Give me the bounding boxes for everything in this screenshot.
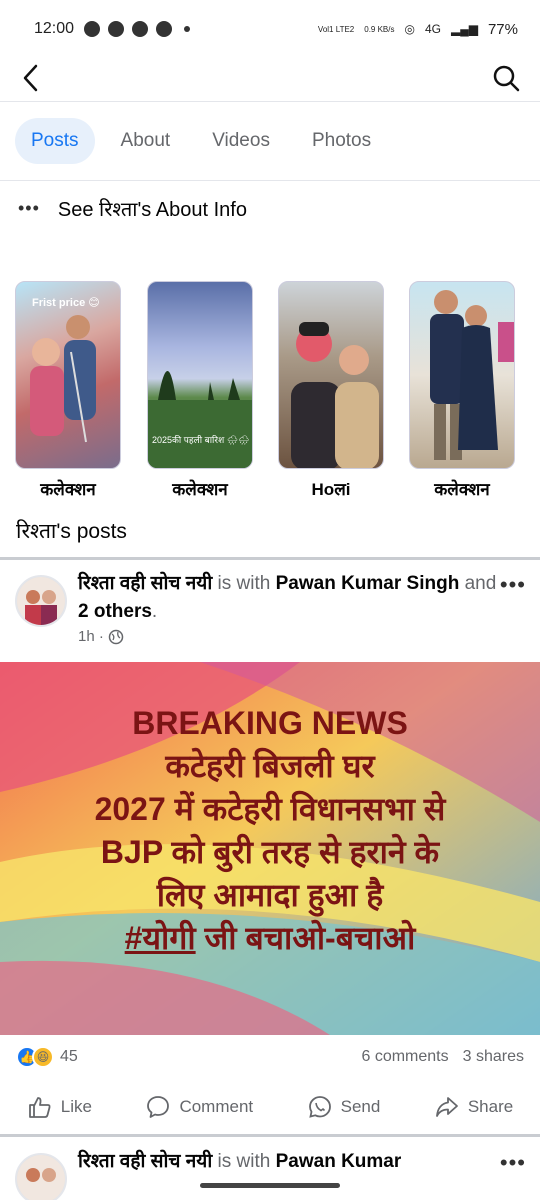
status-bar: 12:00 Vol1 LTE2 0.9 KB/s ◎ 4G ▂▄▆ 77%	[0, 0, 540, 58]
post-image-text: BREAKING NEWS कटेहरी बिजली घर 2027 में क…	[0, 702, 540, 960]
more-notifications-dot-icon	[184, 26, 191, 32]
post-header: रिश्ता वही सोच नयी is with Pawan Kumar S…	[0, 560, 540, 650]
post-actions: Like Comment Send Share	[0, 1085, 540, 1129]
thumbs-up-icon	[28, 1097, 51, 1118]
post-author-line: रिश्ता वही सोच नयी is with Pawan Kumar	[78, 1148, 498, 1176]
home-indicator[interactable]	[200, 1183, 340, 1188]
author-name[interactable]: रिश्ता वही सोच नयी	[78, 573, 212, 594]
post-meta: 1h ·	[78, 628, 124, 645]
divider	[0, 180, 540, 181]
post-divider	[0, 1134, 540, 1137]
network-speed: 0.9 KB/s	[364, 24, 395, 34]
with-text: is with	[212, 573, 276, 594]
see-about-info-link[interactable]: ••• See रिश्ता's About Info	[18, 195, 247, 222]
whatsapp-icon	[308, 1096, 331, 1118]
telegram-notification-icon	[132, 21, 149, 37]
comment-icon	[147, 1096, 170, 1118]
comment-button[interactable]: Comment	[145, 1094, 253, 1120]
posts-section-title: रिश्ता's posts	[16, 520, 127, 543]
more-dots-icon: •••	[18, 198, 40, 218]
status-time: 12:00	[34, 20, 75, 37]
engagement-counts: 6 comments 3 shares	[361, 1048, 524, 1066]
tagged-user[interactable]: Pawan Kumar	[276, 1151, 402, 1172]
post-image-line: BJP को बुरी तरह से हराने के	[100, 834, 440, 870]
network-type: 4G	[424, 22, 441, 36]
tab-about[interactable]: About	[105, 118, 187, 164]
collection-label: Hoलi	[311, 480, 351, 499]
collection-thumbnail: 2025की पहली बारिश 🌧🌧	[147, 281, 253, 469]
collection-label: कलेक्शन	[434, 480, 490, 499]
post-image-line: कटेहरी बिजली घर	[165, 748, 375, 784]
messenger-notification-icon	[108, 21, 125, 37]
share-button[interactable]: Share	[434, 1094, 513, 1120]
post-image[interactable]: BREAKING NEWS कटेहरी बिजली घर 2027 में क…	[0, 662, 540, 1035]
whatsapp-notification-icon	[156, 21, 173, 37]
hashtag-line[interactable]: #योगी जी बचाओ-बचाओ	[125, 920, 416, 956]
globe-icon	[108, 629, 124, 644]
collection-thumbnail	[278, 281, 384, 469]
hotspot-icon: ◎	[404, 22, 415, 36]
search-icon	[493, 65, 520, 92]
battery-level: 77%	[487, 20, 518, 38]
share-label: Share	[467, 1097, 514, 1116]
signal-icon: ▂▄▆	[451, 22, 478, 36]
period-text: .	[151, 601, 158, 622]
collection-item[interactable]: Frist price 😊 कलेक्शन	[15, 281, 121, 500]
post-time[interactable]: 1h ·	[78, 628, 104, 645]
facebook-notification-icon	[84, 21, 101, 37]
see-about-info-label: See रिश्ता's About Info	[57, 199, 247, 221]
author-name[interactable]: रिश्ता वही सोच नयी	[78, 1151, 212, 1172]
shares-count[interactable]: 3 shares	[463, 1048, 524, 1066]
collection-label: कलेक्शन	[172, 480, 228, 499]
status-right: Vol1 LTE2 0.9 KB/s ◎ 4G ▂▄▆ 77%	[318, 21, 518, 38]
tagged-user[interactable]: Pawan Kumar Singh	[276, 573, 460, 594]
collection-overlay-text: Frist price 😊	[32, 297, 100, 309]
back-button[interactable]	[14, 60, 50, 96]
post-author-line: रिश्ता वही सोच नयी is with Pawan Kumar S…	[78, 570, 498, 626]
back-arrow-icon	[23, 64, 38, 92]
featured-collections: Frist price 😊 कलेक्शन 2025की पहली बारिश …	[15, 281, 525, 499]
like-label: Like	[60, 1097, 92, 1116]
tab-posts[interactable]: Posts	[15, 118, 95, 164]
tab-photos[interactable]: Photos	[296, 118, 387, 164]
reactions-bar: 👍 😆 45 6 comments 3 shares	[16, 1043, 524, 1071]
collection-thumbnail	[409, 281, 515, 469]
tagged-others[interactable]: 2 others	[78, 601, 152, 622]
top-nav	[0, 58, 540, 102]
send-button[interactable]: Send	[307, 1094, 381, 1120]
profile-tabs: Posts About Videos Photos	[15, 118, 397, 164]
like-button[interactable]: Like	[27, 1094, 92, 1120]
tab-videos[interactable]: Videos	[196, 118, 286, 164]
post-more-options-button[interactable]: •••	[500, 572, 526, 598]
collection-item[interactable]: 2025की पहली बारिश 🌧🌧 कलेक्शन	[147, 281, 253, 500]
post-image-line: लिए आमादा हुआ है	[156, 877, 384, 913]
collection-item[interactable]: कलेक्शन	[409, 281, 515, 500]
with-text: is with	[212, 1151, 276, 1172]
author-avatar[interactable]	[15, 575, 67, 627]
post-image-line: 2027 में कटेहरी विधानसभा से	[94, 791, 446, 827]
send-label: Send	[340, 1097, 381, 1116]
collection-thumbnail: Frist price 😊	[15, 281, 121, 469]
reaction-icons[interactable]: 👍 😆	[16, 1046, 54, 1068]
comments-count[interactable]: 6 comments	[361, 1048, 448, 1066]
network-lte-label: Vol1 LTE2	[317, 24, 355, 34]
notification-icons	[84, 21, 191, 37]
collection-label: कलेक्शन	[40, 480, 96, 499]
author-avatar[interactable]	[15, 1153, 67, 1200]
share-arrow-icon	[435, 1097, 458, 1117]
search-button[interactable]	[488, 60, 524, 96]
and-text: and	[459, 573, 497, 594]
post-image-line: #योगी जी बचाओ-बचाओ	[0, 917, 540, 960]
haha-reaction-icon: 😆	[32, 1046, 54, 1068]
comment-label: Comment	[179, 1097, 254, 1116]
reaction-count[interactable]: 45	[60, 1048, 78, 1066]
collection-overlay-text: 2025की पहली बारिश 🌧🌧	[152, 435, 250, 445]
collection-item[interactable]: Hoलi	[278, 281, 384, 500]
post-more-options-button[interactable]: •••	[500, 1150, 526, 1176]
breaking-news-heading: BREAKING NEWS	[132, 705, 408, 741]
post-header: रिश्ता वही सोच नयी is with Pawan Kumar •…	[0, 1138, 540, 1200]
